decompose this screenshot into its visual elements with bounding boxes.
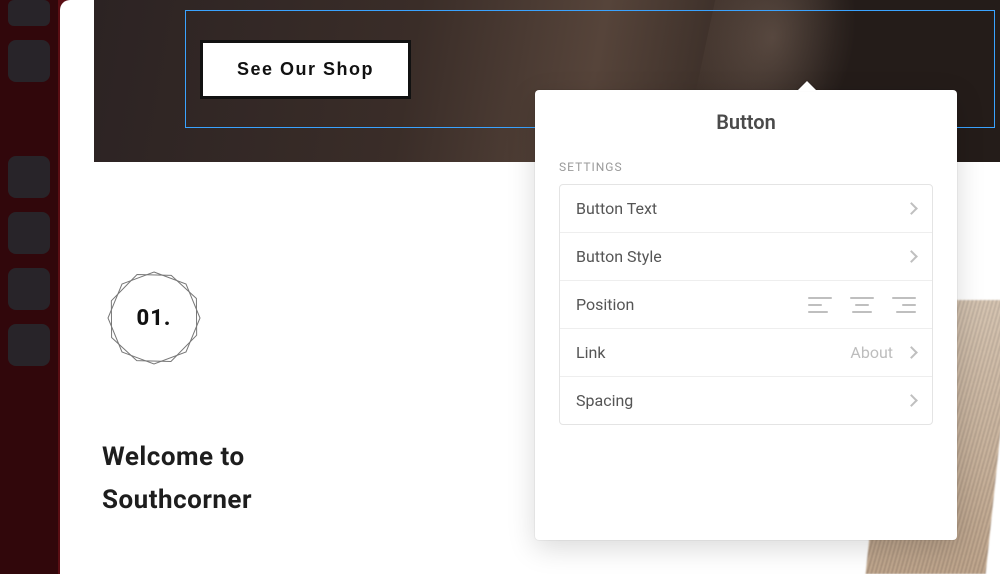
settings-row-button-style[interactable]: Button Style [560, 232, 932, 280]
page-canvas: See Our Shop 01. Welcome to Southcorner … [60, 0, 1000, 574]
row-label: Link [576, 343, 605, 362]
welcome-line: Welcome to [102, 436, 362, 479]
row-label: Position [576, 295, 634, 314]
section-number: 01. [102, 266, 206, 370]
tool-icon[interactable] [8, 268, 50, 310]
cta-button-label: See Our Shop [237, 59, 374, 79]
tool-icon[interactable] [8, 0, 50, 26]
chevron-right-icon [905, 346, 918, 359]
editor-tool-strip [0, 0, 58, 574]
popover-title: Button [535, 90, 957, 160]
button-settings-popover: Button SETTINGS Button Text Button Style… [535, 90, 957, 540]
row-label: Button Style [576, 247, 662, 266]
welcome-heading: Welcome to Southcorner [102, 436, 362, 522]
chevron-right-icon [905, 202, 918, 215]
welcome-line: Southcorner [102, 479, 362, 522]
link-value: About [850, 343, 893, 362]
tool-icon[interactable] [8, 156, 50, 198]
align-center-icon[interactable] [850, 296, 874, 314]
cta-button[interactable]: See Our Shop [200, 40, 411, 99]
row-label: Button Text [576, 199, 657, 218]
settings-list: Button Text Button Style Position [559, 184, 933, 425]
settings-row-link[interactable]: Link About [560, 328, 932, 376]
settings-row-button-text[interactable]: Button Text [560, 185, 932, 232]
chevron-right-icon [905, 250, 918, 263]
chevron-right-icon [905, 394, 918, 407]
align-right-icon[interactable] [892, 296, 916, 314]
settings-section-label: SETTINGS [535, 160, 957, 184]
tool-icon[interactable] [8, 212, 50, 254]
section-badge: 01. [102, 266, 206, 370]
tool-icon[interactable] [8, 324, 50, 366]
alignment-options [808, 296, 916, 314]
align-left-icon[interactable] [808, 296, 832, 314]
settings-row-position: Position [560, 280, 932, 328]
settings-row-spacing[interactable]: Spacing [560, 376, 932, 424]
row-label: Spacing [576, 391, 633, 410]
tool-icon[interactable] [8, 40, 50, 82]
